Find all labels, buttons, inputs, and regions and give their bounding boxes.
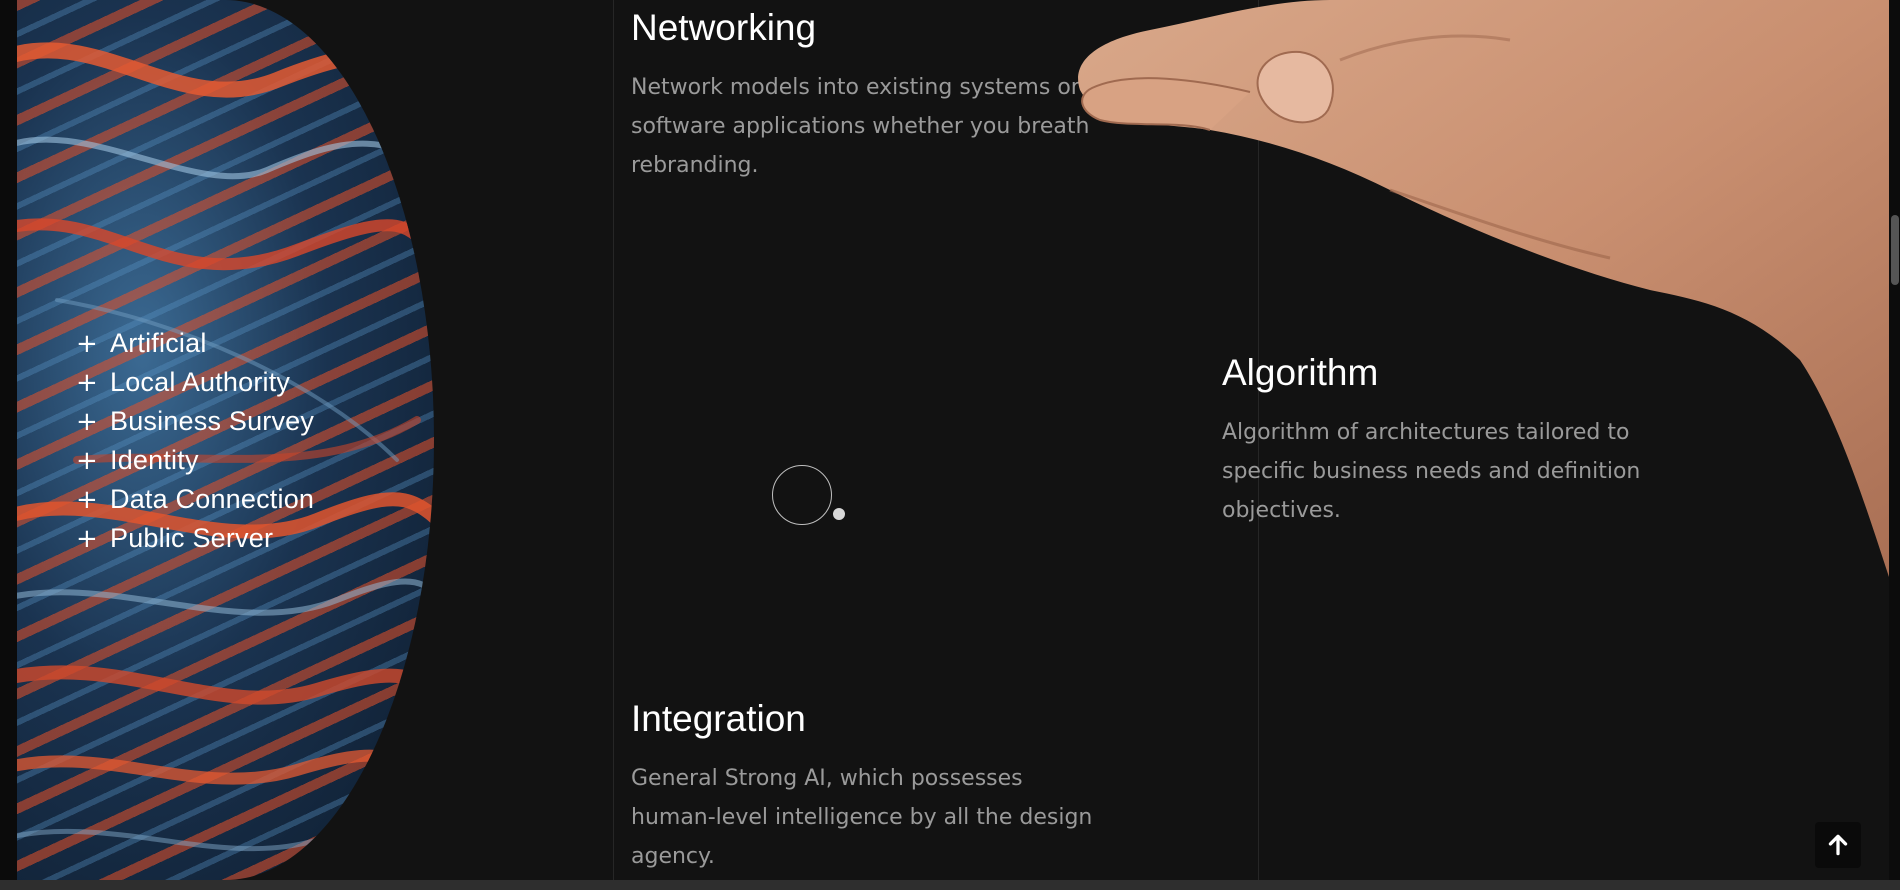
service-card-integration: Integration General Strong AI, which pos…: [631, 697, 1101, 876]
plus-icon: +: [76, 523, 98, 554]
plus-icon: +: [76, 445, 98, 476]
service-title: Algorithm: [1222, 352, 1379, 393]
category-menu: + Artificial + Local Authority + Busines…: [76, 324, 314, 558]
service-title: Integration: [631, 698, 806, 739]
left-edge-strip: [0, 0, 17, 890]
service-description: Algorithm of architectures tailored to s…: [1222, 420, 1641, 523]
service-card-algorithm: Algorithm Algorithm of architectures tai…: [1222, 351, 1702, 530]
plus-icon: +: [76, 328, 98, 359]
menu-item-label: Artificial: [110, 328, 207, 358]
plus-icon: +: [76, 367, 98, 398]
arrow-up-icon: [1828, 834, 1848, 856]
menu-item-local-authority[interactable]: + Local Authority: [76, 363, 314, 402]
cursor-ring: [772, 465, 832, 525]
menu-item-label: Identity: [110, 445, 199, 475]
scrollbar[interactable]: [1889, 0, 1900, 880]
menu-item-public-server[interactable]: + Public Server: [76, 519, 314, 558]
menu-item-label: Business Survey: [110, 406, 315, 436]
plus-icon: +: [76, 406, 98, 437]
service-card-networking: Networking Network models into existing …: [631, 6, 1101, 185]
menu-item-artificial[interactable]: + Artificial: [76, 324, 314, 363]
service-description: General Strong AI, which possesses human…: [631, 766, 1093, 869]
menu-item-data-connection[interactable]: + Data Connection: [76, 480, 314, 519]
plus-icon: +: [76, 484, 98, 515]
menu-item-identity[interactable]: + Identity: [76, 441, 314, 480]
cursor-dot: [833, 508, 845, 520]
menu-item-label: Data Connection: [110, 484, 315, 514]
service-description: Network models into existing systems or …: [631, 75, 1090, 178]
page: + Artificial + Local Authority + Busines…: [0, 0, 1900, 890]
menu-item-business-survey[interactable]: + Business Survey: [76, 402, 314, 441]
service-title: Networking: [631, 7, 817, 48]
scrollbar-thumb[interactable]: [1891, 215, 1899, 285]
menu-item-label: Public Server: [110, 523, 274, 553]
menu-item-label: Local Authority: [110, 367, 291, 397]
column-divider: [613, 0, 614, 880]
bottom-edge-bar: [0, 880, 1900, 890]
back-to-top-button[interactable]: [1815, 822, 1861, 868]
